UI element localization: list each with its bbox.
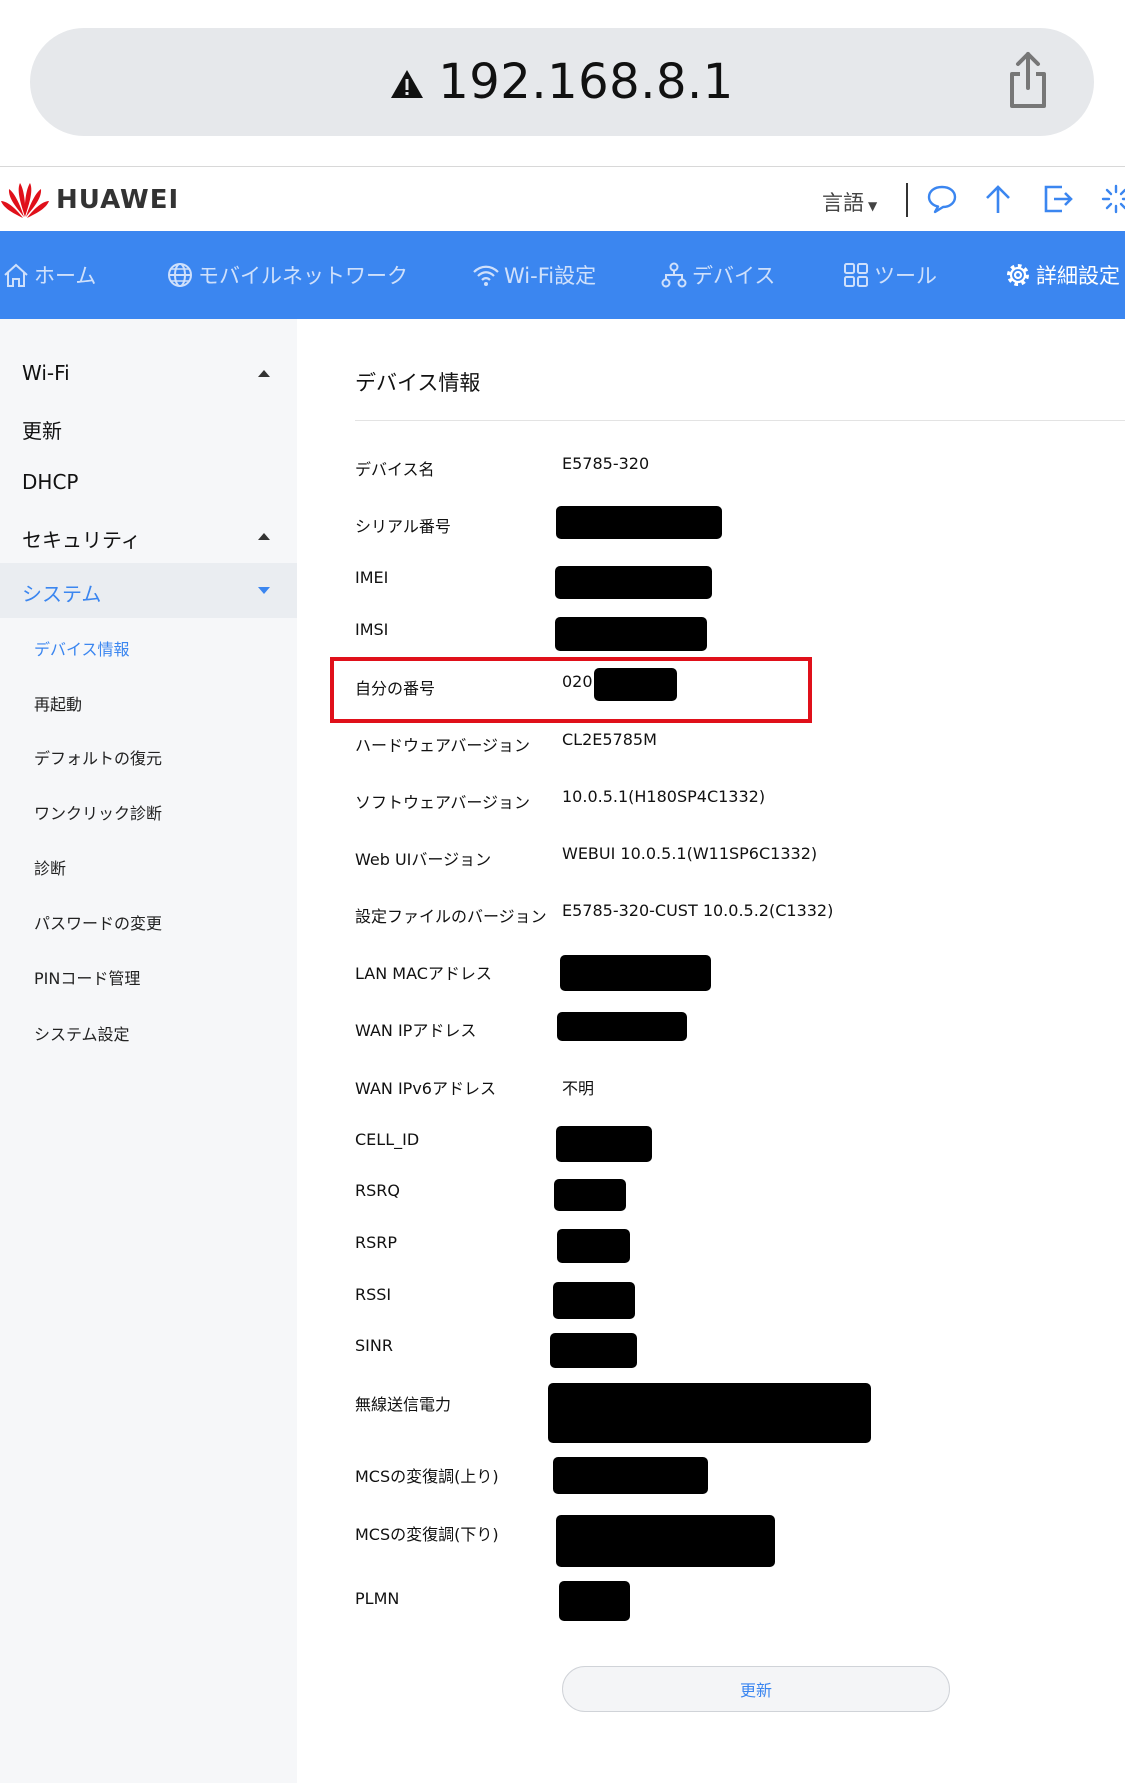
- sidebar: Wi-Fi 更新 DHCP セキュリティ システム デバイス情報 再起動 デフォ…: [0, 319, 297, 1783]
- nav-item-wifi-settings[interactable]: Wi-Fi設定: [472, 231, 596, 319]
- row-label-rssi: RSSI: [355, 1285, 392, 1304]
- redacted-cell-id: [556, 1126, 652, 1162]
- refresh-button[interactable]: 更新: [562, 1666, 950, 1712]
- nav-item-devices[interactable]: デバイス: [660, 231, 775, 319]
- redacted-rsrq: [554, 1179, 626, 1211]
- sidebar-item-wifi[interactable]: Wi-Fi: [22, 361, 70, 385]
- warning-icon: [391, 70, 424, 98]
- caret-up-icon[interactable]: [258, 370, 270, 377]
- row-value-config-version: E5785-320-CUST 10.0.5.2(C1332): [562, 901, 834, 920]
- row-label-wan-ip: WAN IPアドレス: [355, 1021, 477, 1040]
- row-label-sinr: SINR: [355, 1336, 393, 1355]
- brand-name: HUAWEI: [56, 185, 180, 215]
- share-icon[interactable]: [1004, 50, 1052, 110]
- redacted-wan-ip: [557, 1012, 687, 1041]
- own-number-highlight-box: [330, 657, 812, 723]
- redacted-serial: [556, 506, 722, 539]
- redacted-lan-mac: [560, 955, 711, 991]
- globe-icon: [168, 263, 192, 287]
- redacted-mcs-down: [556, 1515, 775, 1567]
- devices-icon: [661, 262, 687, 288]
- redacted-imsi: [555, 617, 707, 651]
- home-icon: [4, 263, 28, 287]
- loading-spinner-icon: [1101, 184, 1125, 214]
- row-label-mcs-up: MCSの変復調(上り): [355, 1467, 499, 1486]
- sidebar-subitem-diagnosis[interactable]: 診断: [34, 855, 66, 879]
- huawei-logo[interactable]: HUAWEI: [0, 181, 179, 219]
- sidebar-item-dhcp[interactable]: DHCP: [22, 470, 78, 494]
- row-value-wan-ipv6: 不明: [562, 1079, 595, 1098]
- sidebar-item-system[interactable]: システム: [22, 578, 101, 607]
- redacted-mcs-up: [553, 1457, 708, 1494]
- row-value-webui-version: WEBUI 10.0.5.1(W11SP6C1332): [562, 844, 818, 863]
- url-text: 192.168.8.1: [438, 54, 734, 110]
- chat-bubble-icon[interactable]: [926, 183, 958, 215]
- nav-item-advanced-settings[interactable]: 詳細設定: [1004, 231, 1120, 319]
- nav-item-label: モバイルネットワーク: [198, 264, 408, 288]
- sidebar-subitem-one-click-diagnosis[interactable]: ワンクリック診断: [34, 800, 162, 824]
- upload-arrow-icon[interactable]: [982, 183, 1014, 215]
- redacted-rsrp: [557, 1229, 630, 1263]
- sidebar-subitem-pin-management[interactable]: PINコード管理: [34, 965, 140, 989]
- row-label-plmn: PLMN: [355, 1589, 400, 1608]
- address-bar[interactable]: 192.168.8.1: [30, 28, 1094, 136]
- sidebar-subitem-restore-defaults[interactable]: デフォルトの復元: [34, 745, 162, 769]
- wifi-icon: [473, 265, 499, 286]
- caret-up-icon[interactable]: [258, 533, 270, 540]
- row-label-rsrp: RSRP: [355, 1233, 398, 1252]
- nav-item-home[interactable]: ホーム: [2, 231, 96, 319]
- language-selector[interactable]: 言語 ▼: [822, 187, 877, 217]
- huawei-flower-icon: [1, 183, 49, 218]
- sidebar-subitem-change-password[interactable]: パスワードの変更: [34, 910, 162, 934]
- redacted-plmn: [559, 1581, 630, 1621]
- browser-toolbar: 192.168.8.1: [0, 0, 1125, 167]
- row-label-sw-version: ソフトウェアバージョン: [355, 793, 531, 812]
- row-value-sw-version: 10.0.5.1(H180SP4C1332): [562, 787, 766, 806]
- gear-icon: [1007, 264, 1029, 286]
- row-label-config-version: 設定ファイルのバージョン: [355, 907, 547, 926]
- nav-item-label: ツール: [874, 264, 937, 288]
- row-label-hw-version: ハードウェアバージョン: [355, 736, 531, 755]
- main-nav: ホーム モバイルネットワーク Wi-Fi設定 デバイス ツール 詳細設定: [0, 231, 1125, 319]
- row-label-cell-id: CELL_ID: [355, 1130, 420, 1149]
- redacted-tx-power: [548, 1383, 871, 1443]
- nav-item-label: デバイス: [692, 264, 776, 288]
- sidebar-subitem-device-info[interactable]: デバイス情報: [34, 636, 130, 660]
- row-label-wan-ipv6: WAN IPv6アドレス: [355, 1079, 496, 1098]
- nav-item-mobile-network[interactable]: モバイルネットワーク: [166, 231, 408, 319]
- row-label-tx-power: 無線送信電力: [355, 1395, 452, 1414]
- logout-icon[interactable]: [1042, 183, 1074, 215]
- row-label-imsi: IMSI: [355, 620, 389, 639]
- row-label-serial: シリアル番号: [355, 517, 451, 536]
- nav-item-label: ホーム: [34, 264, 97, 288]
- nav-item-label: Wi-Fi設定: [504, 264, 597, 288]
- row-label-rsrq: RSRQ: [355, 1181, 400, 1200]
- caret-down-icon: ▼: [868, 199, 878, 213]
- sidebar-subitem-system-settings[interactable]: システム設定: [34, 1021, 130, 1045]
- row-label-imei: IMEI: [355, 568, 389, 587]
- nav-item-label: 詳細設定: [1036, 264, 1120, 288]
- sidebar-item-security[interactable]: セキュリティ: [22, 524, 141, 553]
- nav-item-tools[interactable]: ツール: [842, 231, 937, 319]
- redacted-imei: [555, 566, 712, 599]
- row-label-device-name: デバイス名: [355, 460, 435, 479]
- grid-icon: [844, 263, 868, 287]
- row-label-lan-mac: LAN MACアドレス: [355, 964, 492, 983]
- redacted-rssi: [553, 1282, 635, 1319]
- caret-down-icon[interactable]: [258, 587, 270, 594]
- header-divider: [906, 183, 908, 217]
- row-label-webui-version: Web UIバージョン: [355, 850, 492, 869]
- language-label: 言語: [822, 191, 864, 215]
- page-title: デバイス情報: [355, 371, 481, 395]
- sidebar-subitem-reboot[interactable]: 再起動: [34, 691, 82, 715]
- row-value-hw-version: CL2E5785M: [562, 730, 657, 749]
- row-value-device-name: E5785-320: [562, 454, 650, 473]
- row-label-mcs-down: MCSの変復調(下り): [355, 1525, 499, 1544]
- device-info-panel: デバイス情報 デバイス名 シリアル番号 IMEI IMSI 自分の番号 ハードウ…: [297, 319, 1125, 1783]
- sidebar-item-update[interactable]: 更新: [22, 415, 62, 444]
- title-divider: [355, 420, 1125, 421]
- redacted-sinr: [550, 1333, 637, 1368]
- app-header: HUAWEI 言語 ▼: [0, 167, 1125, 231]
